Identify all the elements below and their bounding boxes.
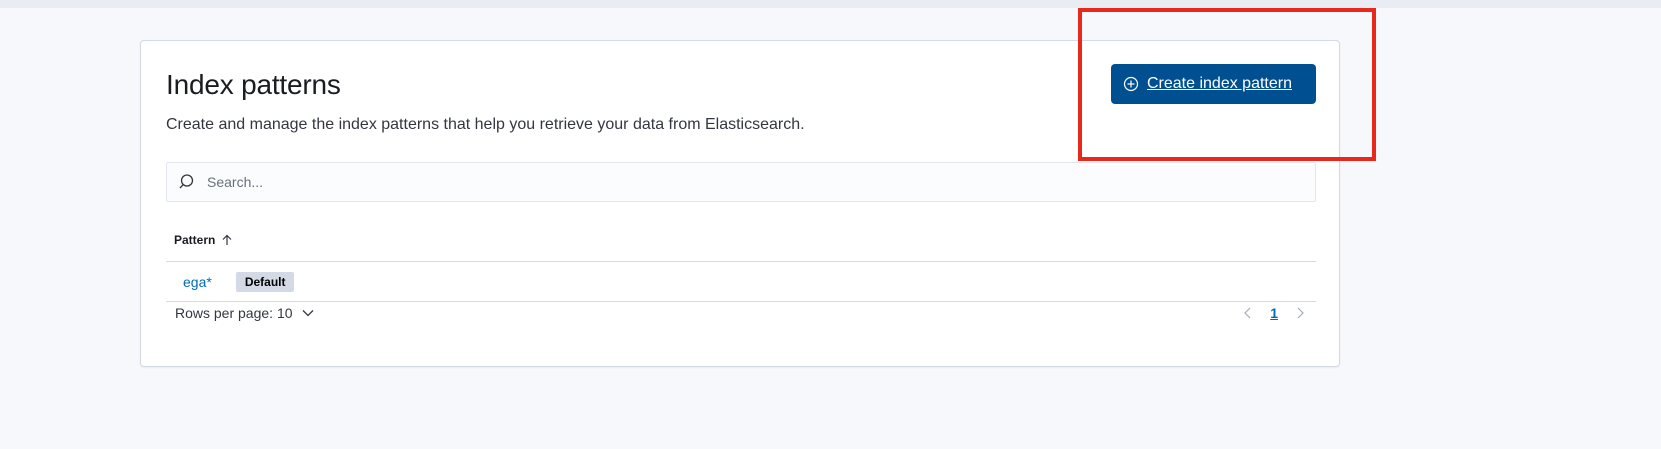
previous-page-icon[interactable]: [1240, 305, 1256, 321]
default-badge: Default: [235, 271, 295, 292]
pagination: 1: [1240, 305, 1308, 321]
page-number-1[interactable]: 1: [1270, 305, 1278, 321]
rows-per-page-button[interactable]: Rows per page: 10: [175, 305, 315, 321]
page-description: Create and manage the index patterns tha…: [166, 116, 805, 133]
page-title: Index patterns: [166, 69, 341, 100]
search-field[interactable]: [166, 162, 1316, 202]
create-index-pattern-label: Create index pattern: [1147, 75, 1292, 92]
top-header-strip: [0, 0, 1661, 8]
pattern-column-header[interactable]: Pattern: [174, 233, 233, 247]
index-patterns-table: Pattern ega* Default: [166, 219, 1316, 302]
search-input[interactable]: [207, 174, 1207, 190]
plus-in-circle-icon: [1123, 76, 1139, 92]
chevron-down-icon: [301, 306, 315, 320]
search-icon: [179, 173, 197, 191]
rows-per-page-label: Rows per page: 10: [175, 305, 293, 321]
pattern-link[interactable]: ega*: [183, 274, 212, 290]
next-page-icon[interactable]: [1292, 305, 1308, 321]
table-footer: Rows per page: 10 1: [166, 293, 1316, 333]
table-header: Pattern: [166, 219, 1316, 262]
index-patterns-panel: Index patterns Create and manage the ind…: [140, 40, 1340, 367]
pattern-column-label: Pattern: [174, 233, 216, 247]
create-index-pattern-button[interactable]: Create index pattern: [1111, 64, 1316, 104]
sort-ascending-icon: [221, 234, 233, 246]
